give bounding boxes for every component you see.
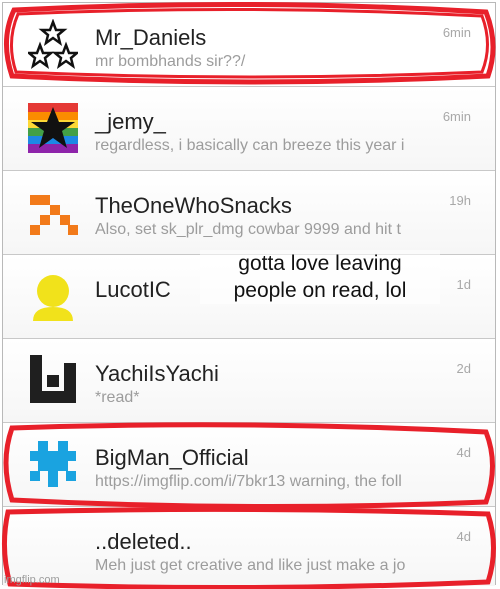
timestamp: 6min <box>442 25 471 40</box>
username: ..deleted.. <box>95 529 192 554</box>
timestamp: 4d <box>456 445 471 460</box>
message-preview: *read* <box>95 389 140 406</box>
message-preview: https://imgflip.com/i/7bkr13 warning, th… <box>95 473 402 490</box>
timestamp: 19h <box>449 193 471 208</box>
username: _jemy_ <box>95 109 166 134</box>
triple-star-icon <box>28 19 78 69</box>
timestamp: 2d <box>456 361 471 376</box>
message-preview: Meh just get creative and like just make… <box>95 557 406 574</box>
yellow-person-icon <box>33 275 73 321</box>
message-preview: mr bombhands sir??/ <box>95 53 246 70</box>
username: YachiIsYachi <box>95 361 219 386</box>
blue-invader-icon <box>30 441 76 487</box>
conversation-row-yachiisyachi[interactable]: YachiIsYachi *read* 2d <box>3 339 495 423</box>
timestamp: 1d <box>456 277 471 292</box>
username: LucotIC <box>95 277 171 302</box>
username: Mr_Daniels <box>95 25 207 50</box>
caption-line-1: gotta love leaving <box>238 252 402 275</box>
timestamp: 4d <box>456 529 471 544</box>
message-preview: Also, set sk_plr_dmg cowbar 9999 and hit… <box>95 221 401 238</box>
watermark: imgflip.com <box>4 574 60 586</box>
conversation-row-jemy[interactable]: _jemy_ regardless, i basically can breez… <box>3 87 495 171</box>
black-pixel-icon <box>30 355 76 403</box>
rainbow-star-icon <box>28 103 78 153</box>
orange-pixel-icon <box>30 195 78 235</box>
caption-line-2: people on read, lol <box>233 279 407 302</box>
username: TheOneWhoSnacks <box>95 193 292 218</box>
timestamp: 6min <box>442 109 471 124</box>
conversation-row-mr-daniels[interactable]: Mr_Daniels mr bombhands sir??/ 6min <box>3 3 495 87</box>
conversation-row-theonewhosnacks[interactable]: TheOneWhoSnacks Also, set sk_plr_dmg cow… <box>3 171 495 255</box>
message-preview: regardless, i basically can breeze this … <box>95 137 405 154</box>
username: BigMan_Official <box>95 445 249 470</box>
overlay-caption: gotta love leaving people on read, lol <box>200 250 440 304</box>
conversation-row-bigman-official[interactable]: BigMan_Official https://imgflip.com/i/7b… <box>3 423 495 507</box>
conversation-row-deleted[interactable]: ..deleted.. Meh just get creative and li… <box>3 507 495 586</box>
